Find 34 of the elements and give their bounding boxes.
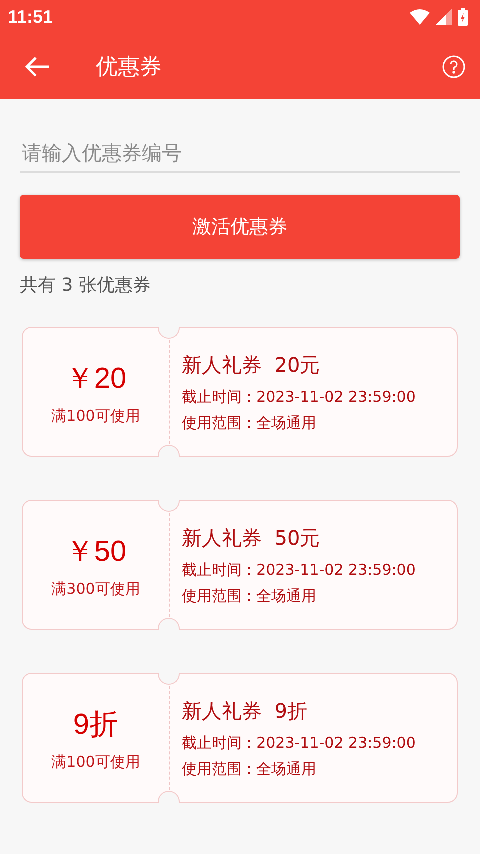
coupon-card[interactable]: ￥50 满300可使用 新人礼券 50元 截止时间 : 2023-11-02 23:59:00 使用范围 : 全场通用 <box>22 500 458 630</box>
coupon-count: 共有 3 张优惠券 <box>20 274 152 297</box>
wifi-icon <box>410 9 430 25</box>
coupon-deadline: 截止时间 : 2023-11-02 23:59:00 <box>182 388 416 407</box>
back-button[interactable] <box>24 56 50 78</box>
coupon-scope: 使用范围 : 全场通用 <box>182 760 318 779</box>
coupon-condition: 满300可使用 <box>52 580 140 598</box>
coupon-card[interactable]: 9折 满100可使用 新人礼券 9折 截止时间 : 2023-11-02 23:59:00 使用范围 : 全场通用 <box>22 673 458 803</box>
coupon-condition: 满100可使用 <box>52 752 140 772</box>
signal-icon <box>436 9 452 25</box>
coupon-card[interactable]: ￥20 满100可使用 新人礼券 20元 截止时间 : 2023-11-02 23:59:00 使用范围 : 全场通用 <box>22 327 458 457</box>
coupon-amount: ￥20 <box>65 362 127 396</box>
status-time: 11:51 <box>8 6 54 28</box>
coupon-name: 新人礼券 9折 <box>182 698 308 725</box>
coupon-deadline: 截止时间 : 2023-11-02 23:59:00 <box>182 734 416 753</box>
page-title: 优惠券 <box>96 54 163 82</box>
coupon-scope: 使用范围 : 全场通用 <box>182 414 318 433</box>
coupon-scope: 使用范围 : 全场通用 <box>182 587 318 606</box>
coupon-name: 新人礼券 50元 <box>182 525 322 552</box>
coupon-code-field[interactable]: 请输入优惠券编号 <box>20 137 460 173</box>
help-button[interactable] <box>442 54 466 78</box>
ticket-notch <box>158 618 180 630</box>
ticket-notch <box>158 500 180 512</box>
ticket-notch <box>158 673 180 685</box>
ticket-notch <box>158 791 180 803</box>
coupon-amount: ￥50 <box>65 534 127 570</box>
coupon-deadline: 截止时间 : 2023-11-02 23:59:00 <box>182 561 416 580</box>
coupon-name: 新人礼券 20元 <box>182 352 322 379</box>
battery-icon <box>458 8 468 26</box>
ticket-notch <box>158 327 180 339</box>
activate-button[interactable]: 激活优惠券 <box>20 195 460 259</box>
coupon-condition: 满100可使用 <box>52 406 140 426</box>
coupon-amount: 9折 <box>73 708 119 742</box>
ticket-notch <box>158 445 180 457</box>
